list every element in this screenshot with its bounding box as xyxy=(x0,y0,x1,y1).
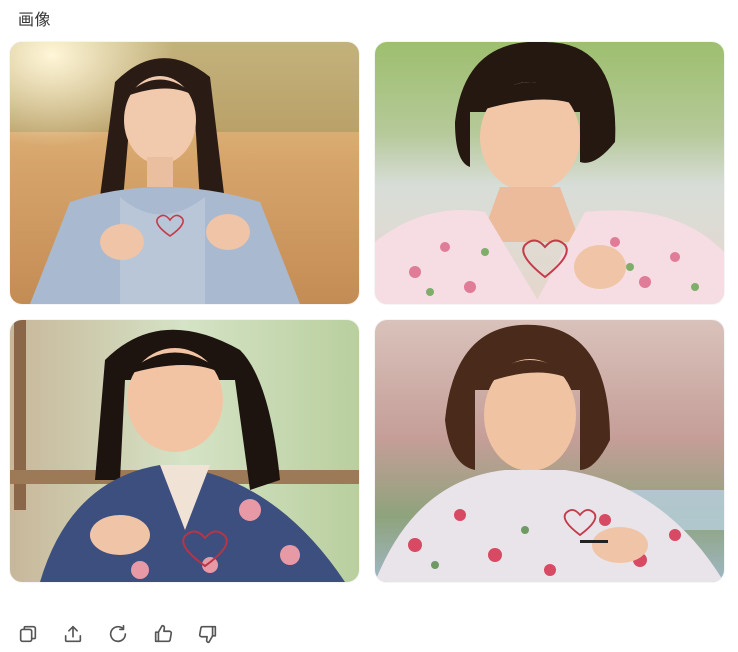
copy-icon xyxy=(19,625,37,643)
thumbs-up-button[interactable] xyxy=(149,620,177,648)
regenerate-button[interactable] xyxy=(104,620,132,648)
portrait-photo-4 xyxy=(375,320,724,582)
copy-button[interactable] xyxy=(14,620,42,648)
thumbs-down-icon xyxy=(198,625,217,644)
portrait-photo-2 xyxy=(375,42,724,304)
share-button[interactable] xyxy=(59,620,87,648)
portrait-photo-3 xyxy=(10,320,359,582)
share-icon xyxy=(64,625,82,643)
thumbs-up-icon xyxy=(154,624,173,643)
response-toolbar xyxy=(14,620,222,648)
thumbs-down-button[interactable] xyxy=(194,620,222,648)
image-tile-2[interactable] xyxy=(375,42,724,304)
regenerate-icon xyxy=(109,624,127,643)
image-grid xyxy=(0,0,738,600)
image-tile-1[interactable] xyxy=(10,42,359,304)
image-tile-3[interactable] xyxy=(10,320,359,582)
portrait-photo-1 xyxy=(10,42,359,304)
image-tile-4[interactable] xyxy=(375,320,724,582)
